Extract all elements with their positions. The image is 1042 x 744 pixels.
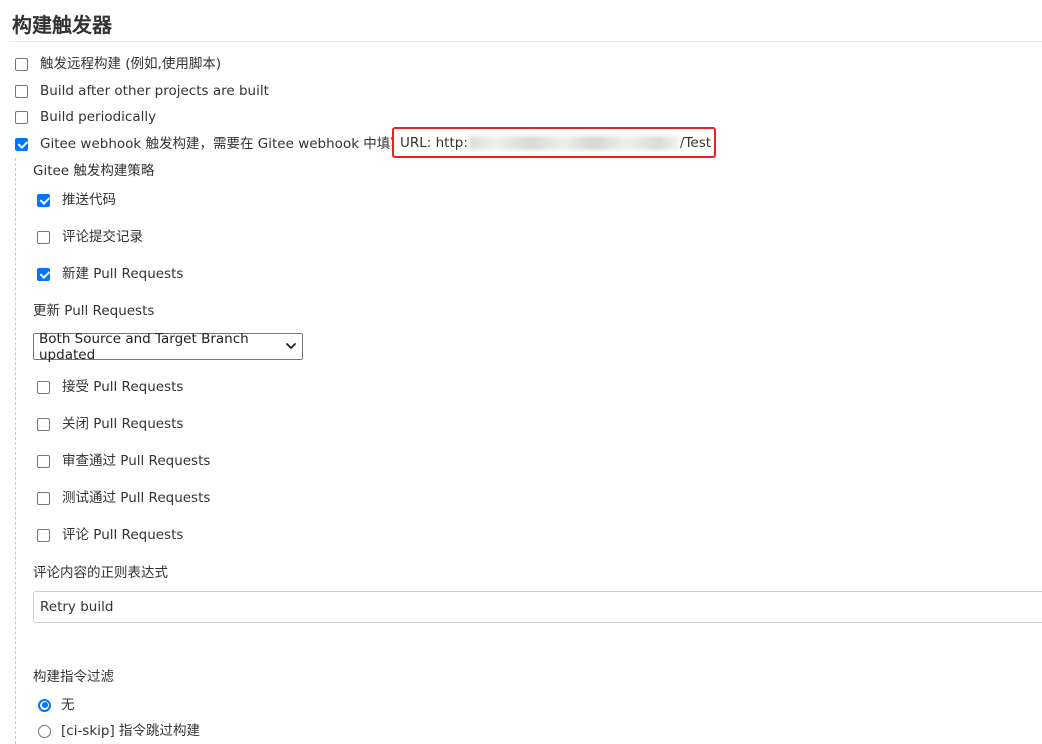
remote-build-label: 触发远程构建 (例如,使用脚本) bbox=[40, 56, 222, 72]
section-divider bbox=[10, 41, 1042, 42]
comment-pr-checkbox[interactable] bbox=[37, 528, 50, 542]
filter-option-none[interactable]: 无 bbox=[38, 696, 75, 714]
push-code-checkbox[interactable] bbox=[37, 193, 50, 207]
webhook-url-suffix: /Test bbox=[679, 134, 712, 151]
test-pass-pr-checkbox[interactable] bbox=[37, 491, 50, 505]
remote-build-checkbox[interactable] bbox=[15, 57, 28, 71]
option-close-pr[interactable]: 关闭 Pull Requests bbox=[37, 415, 183, 433]
gitee-webhook-checkbox[interactable] bbox=[15, 137, 28, 151]
new-pr-checkbox[interactable] bbox=[37, 267, 50, 281]
option-push-code[interactable]: 推送代码 bbox=[37, 191, 116, 209]
build-periodically-label: Build periodically bbox=[40, 109, 157, 125]
section-title: 构建触发器 bbox=[12, 13, 112, 37]
option-accept-pr[interactable]: 接受 Pull Requests bbox=[37, 378, 183, 396]
build-periodically-checkbox[interactable] bbox=[15, 110, 28, 124]
option-comment-pr[interactable]: 评论 Pull Requests bbox=[37, 526, 183, 544]
build-after-other-checkbox[interactable] bbox=[15, 84, 28, 98]
option-comment-commit[interactable]: 评论提交记录 bbox=[37, 228, 143, 246]
review-pass-pr-checkbox[interactable] bbox=[37, 454, 50, 468]
webhook-url-prefix: URL: http: bbox=[400, 134, 468, 151]
accept-pr-checkbox[interactable] bbox=[37, 380, 50, 394]
gitee-webhook-label: Gitee webhook 触发构建，需要在 Gitee webhook 中填写 bbox=[40, 136, 404, 152]
review-pass-pr-label: 审查通过 Pull Requests bbox=[62, 453, 211, 469]
comment-commit-checkbox[interactable] bbox=[37, 230, 50, 244]
trigger-build-periodically[interactable]: Build periodically bbox=[15, 108, 156, 126]
comment-regex-label: 评论内容的正则表达式 bbox=[33, 565, 168, 581]
comment-regex-input[interactable]: Retry build bbox=[33, 591, 1042, 623]
update-pr-label: 更新 Pull Requests bbox=[33, 303, 155, 319]
filter-ci-skip-radio[interactable] bbox=[38, 724, 51, 738]
redacted-host-blur bbox=[468, 135, 679, 150]
accept-pr-label: 接受 Pull Requests bbox=[62, 379, 184, 395]
option-new-pr[interactable]: 新建 Pull Requests bbox=[37, 265, 183, 283]
chevron-down-icon bbox=[286, 343, 296, 349]
filter-ci-skip-label: [ci-skip] 指令跳过构建 bbox=[61, 723, 201, 739]
comment-commit-label: 评论提交记录 bbox=[62, 229, 143, 245]
close-pr-label: 关闭 Pull Requests bbox=[62, 416, 184, 432]
trigger-remote-build[interactable]: 触发远程构建 (例如,使用脚本) bbox=[15, 55, 221, 73]
filter-option-ci-skip[interactable]: [ci-skip] 指令跳过构建 bbox=[38, 722, 200, 740]
trigger-build-after-other[interactable]: Build after other projects are built bbox=[15, 82, 269, 100]
update-pr-selected-value: Both Source and Target Branch updated bbox=[39, 330, 249, 363]
build-triggers-page: 构建触发器 触发远程构建 (例如,使用脚本) Build after other… bbox=[0, 0, 1042, 744]
webhook-url-highlight: URL: http: /Test bbox=[392, 127, 716, 158]
push-code-label: 推送代码 bbox=[62, 192, 116, 208]
test-pass-pr-label: 测试通过 Pull Requests bbox=[62, 490, 211, 506]
build-after-other-label: Build after other projects are built bbox=[40, 83, 269, 99]
filter-none-radio[interactable] bbox=[38, 698, 51, 712]
filter-none-label: 无 bbox=[61, 697, 75, 713]
nested-options-guide bbox=[15, 158, 16, 744]
build-filter-label: 构建指令过滤 bbox=[33, 669, 114, 685]
strategy-heading: Gitee 触发构建策略 bbox=[33, 163, 155, 179]
close-pr-checkbox[interactable] bbox=[37, 417, 50, 431]
comment-regex-value: Retry build bbox=[40, 599, 114, 615]
new-pr-label: 新建 Pull Requests bbox=[62, 266, 184, 282]
option-test-pass-pr[interactable]: 测试通过 Pull Requests bbox=[37, 489, 210, 507]
comment-pr-label: 评论 Pull Requests bbox=[62, 527, 184, 543]
option-review-pass-pr[interactable]: 审查通过 Pull Requests bbox=[37, 452, 210, 470]
trigger-gitee-webhook[interactable]: Gitee webhook 触发构建，需要在 Gitee webhook 中填写 bbox=[15, 135, 404, 153]
update-pr-select[interactable]: Both Source and Target Branch updated bbox=[33, 330, 303, 363]
